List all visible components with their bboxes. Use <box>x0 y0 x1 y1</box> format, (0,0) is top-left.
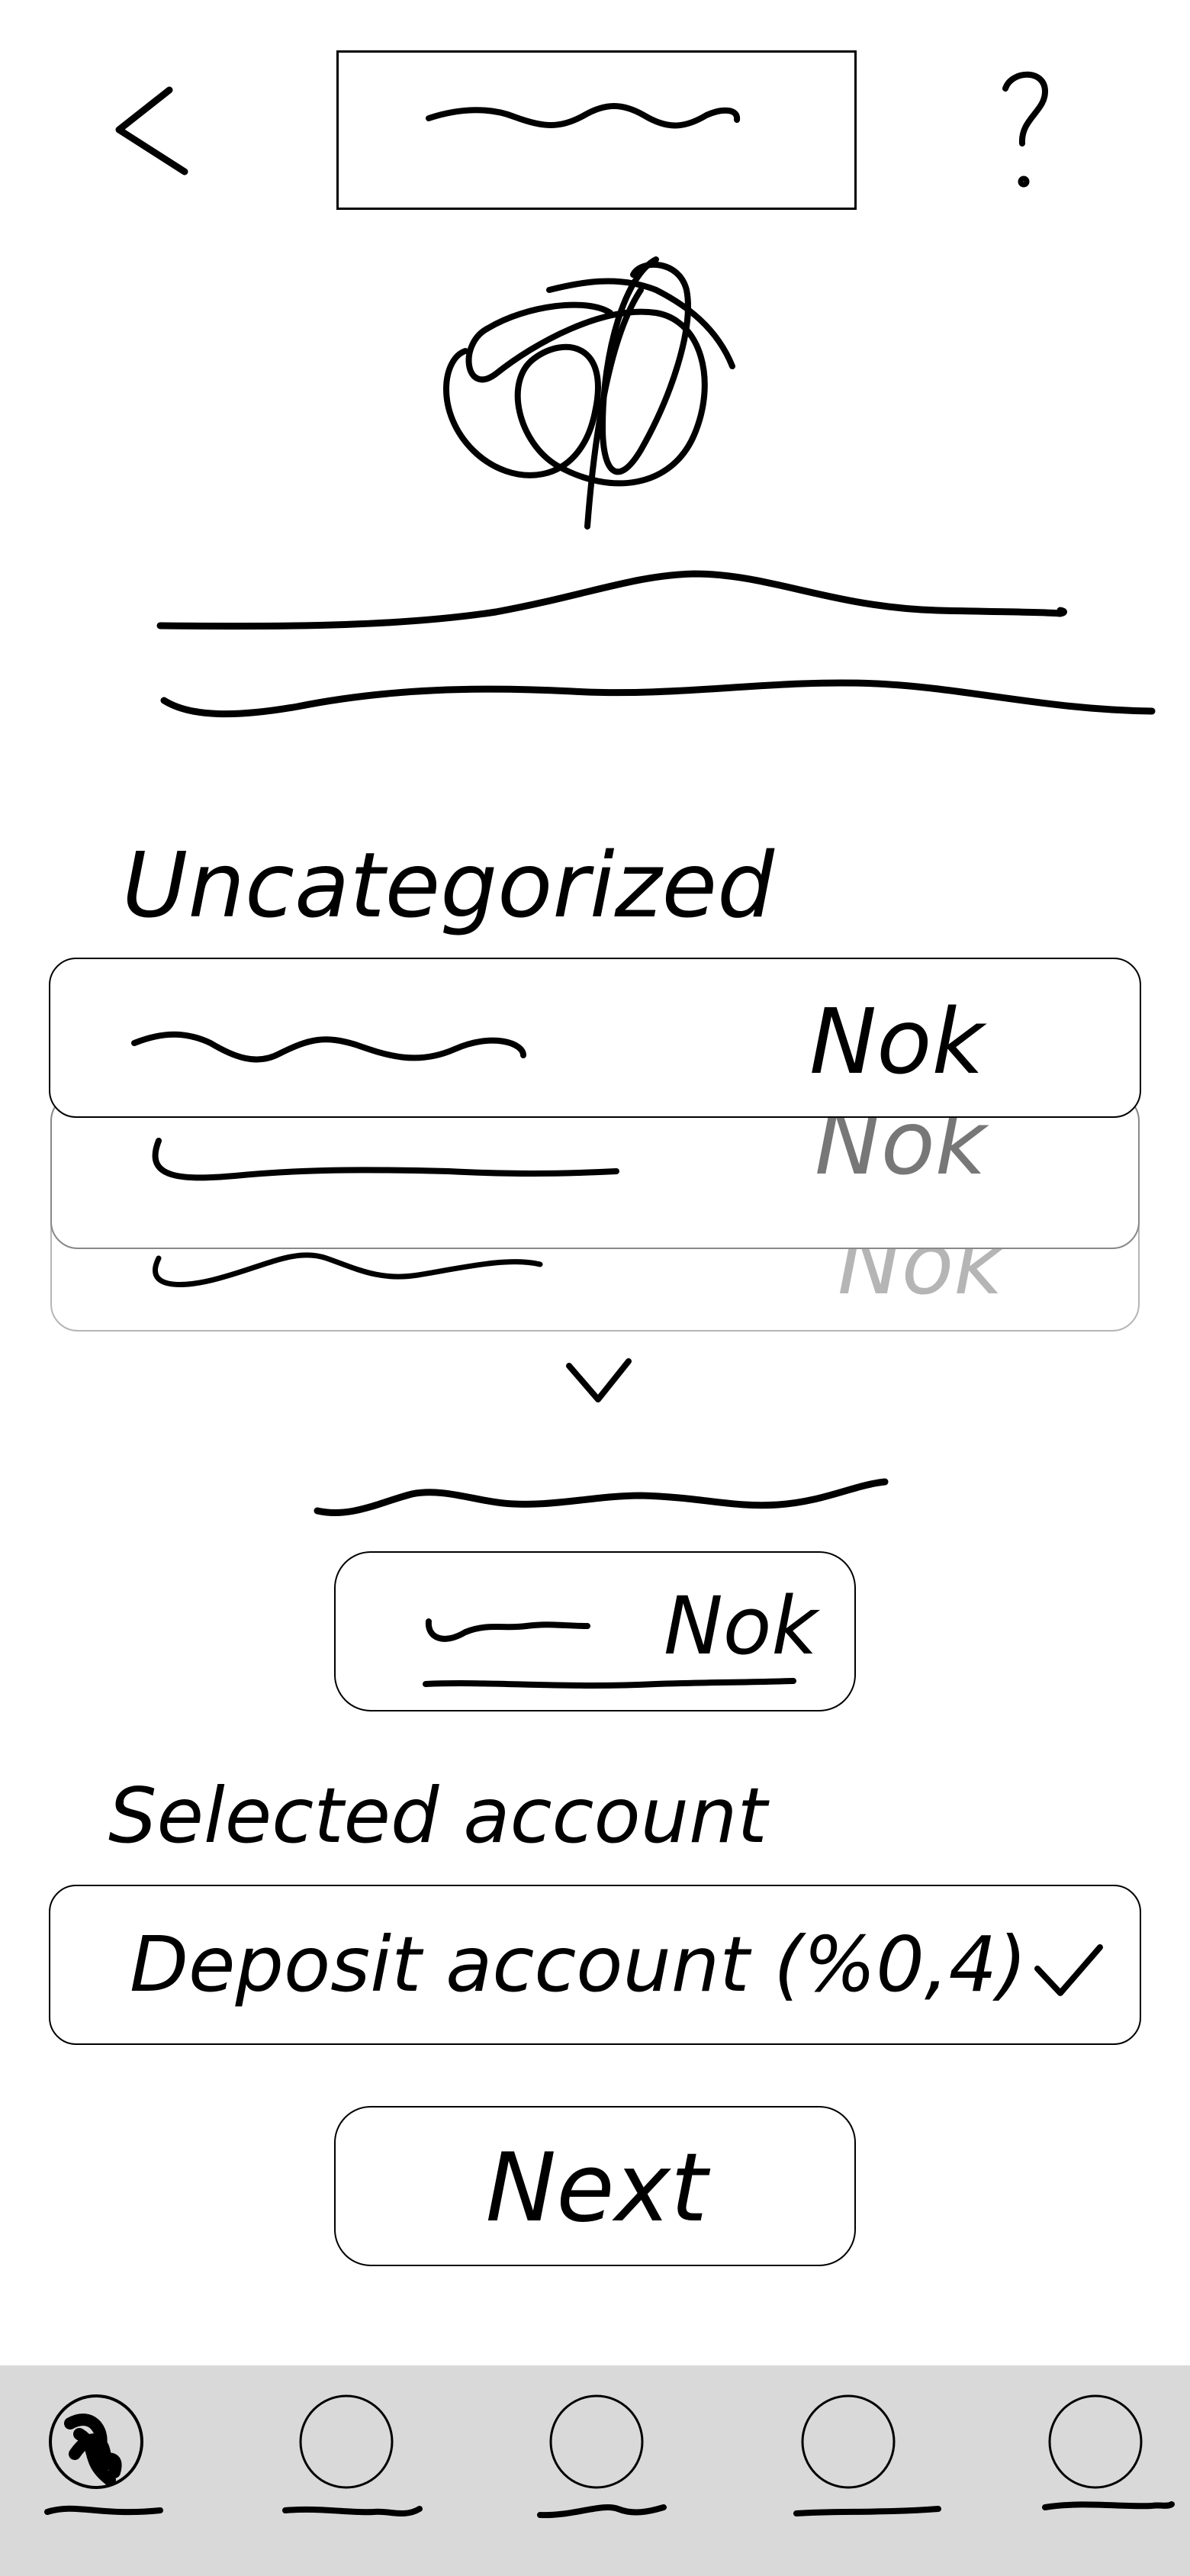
bottom-nav-item-1[interactable] <box>38 2381 168 2533</box>
description-lines <box>145 557 1167 740</box>
bottom-nav-item-3[interactable] <box>526 2381 679 2533</box>
circle-icon <box>282 2394 423 2516</box>
circle-icon <box>1042 2394 1175 2510</box>
selected-item-amount: Nok <box>664 1579 818 1673</box>
secondary-label-drawing <box>314 1478 889 1517</box>
account-label: Selected account <box>108 1771 767 1860</box>
bottom-nav-item-5[interactable] <box>1037 2381 1182 2533</box>
list-item[interactable]: Nok <box>49 958 1141 1118</box>
chevron-down-icon <box>566 1358 632 1402</box>
bottom-nav <box>0 2365 1190 2576</box>
circle-icon <box>537 2394 667 2519</box>
logo-scribble-drawing <box>443 256 735 530</box>
header <box>0 0 1190 229</box>
logo-scribble <box>412 244 778 549</box>
bottom-nav-item-2[interactable] <box>275 2381 427 2533</box>
stacked-item-list: Nok Nok Nok <box>49 958 1141 1339</box>
back-button[interactable] <box>99 76 198 191</box>
item-amount: Nok <box>809 989 984 1094</box>
circle-icon <box>793 2394 941 2516</box>
secondary-label-scribble <box>305 1457 900 1534</box>
question-mark-icon <box>1002 71 1048 188</box>
chevron-left-icon <box>115 86 188 175</box>
checkmark-icon <box>1034 1944 1103 1996</box>
title-box <box>336 50 857 210</box>
title-scribble <box>426 103 741 129</box>
selected-item[interactable]: Nok <box>334 1551 856 1711</box>
help-button[interactable] <box>984 61 1068 198</box>
next-button-label: Next <box>485 2133 708 2243</box>
next-button[interactable]: Next <box>334 2106 856 2266</box>
description-scribble <box>156 570 1156 718</box>
circle-icon <box>44 2394 163 2516</box>
account-value: Deposit account (%0,4) <box>130 1920 1028 2009</box>
section-label: Uncategorized <box>122 832 775 938</box>
account-select[interactable]: Deposit account (%0,4) <box>49 1885 1141 2045</box>
expand-button[interactable] <box>557 1351 641 1419</box>
bottom-nav-item-4[interactable] <box>786 2381 954 2533</box>
